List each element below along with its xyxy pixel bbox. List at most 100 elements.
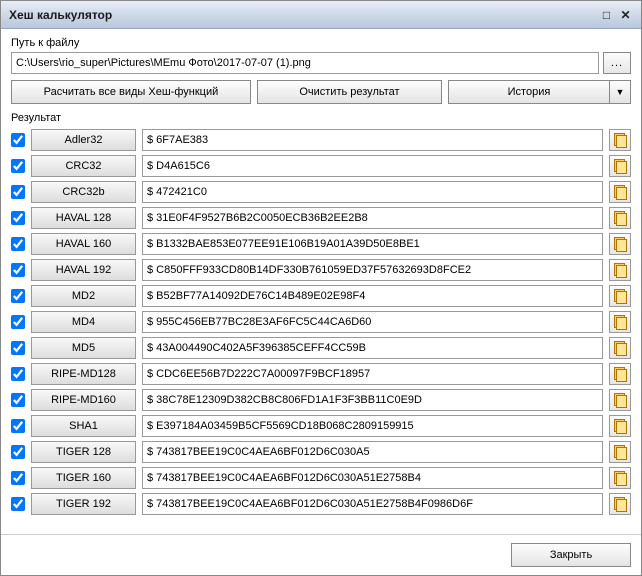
titlebar: Хеш калькулятор □ ✕ [1, 1, 641, 29]
history-dropdown-button[interactable]: ▼ [609, 80, 631, 104]
algorithm-button[interactable]: TIGER 128 [31, 441, 136, 463]
result-row: RIPE-MD128 [11, 361, 631, 387]
algorithm-button[interactable]: TIGER 192 [31, 493, 136, 515]
copy-icon [614, 497, 626, 511]
hash-checkbox[interactable] [11, 211, 25, 225]
hash-checkbox[interactable] [11, 263, 25, 277]
history-button[interactable]: История [448, 80, 609, 104]
hash-value-input[interactable] [142, 415, 603, 437]
result-row: TIGER 192 [11, 491, 631, 517]
hash-value-input[interactable] [142, 285, 603, 307]
hash-value-input[interactable] [142, 233, 603, 255]
copy-button[interactable] [609, 467, 631, 489]
hash-checkbox[interactable] [11, 445, 25, 459]
hash-value-input[interactable] [142, 337, 603, 359]
copy-button[interactable] [609, 259, 631, 281]
results-list: Adler32 CRC32 CRC32b HAVAL 128 HAVAL 160 HAVA… [11, 127, 631, 526]
algorithm-button[interactable]: CRC32 [31, 155, 136, 177]
copy-button[interactable] [609, 363, 631, 385]
hash-checkbox[interactable] [11, 237, 25, 251]
copy-button[interactable] [609, 155, 631, 177]
algorithm-button[interactable]: SHA1 [31, 415, 136, 437]
hash-value-input[interactable] [142, 129, 603, 151]
algorithm-button[interactable]: TIGER 160 [31, 467, 136, 489]
window-title: Хеш калькулятор [9, 8, 595, 22]
result-row: CRC32 [11, 153, 631, 179]
copy-icon [614, 263, 626, 277]
copy-button[interactable] [609, 415, 631, 437]
result-row: TIGER 160 [11, 465, 631, 491]
copy-button[interactable] [609, 129, 631, 151]
path-label: Путь к файлу [11, 37, 631, 49]
result-row: SHA1 [11, 413, 631, 439]
algorithm-button[interactable]: MD5 [31, 337, 136, 359]
copy-button[interactable] [609, 389, 631, 411]
hash-value-input[interactable] [142, 493, 603, 515]
browse-button[interactable]: ... [603, 52, 631, 74]
copy-icon [614, 237, 626, 251]
hash-checkbox[interactable] [11, 159, 25, 173]
result-row: CRC32b [11, 179, 631, 205]
result-row: HAVAL 192 [11, 257, 631, 283]
hash-checkbox[interactable] [11, 133, 25, 147]
hash-checkbox[interactable] [11, 341, 25, 355]
result-row: MD4 [11, 309, 631, 335]
algorithm-button[interactable]: Adler32 [31, 129, 136, 151]
hash-checkbox[interactable] [11, 393, 25, 407]
copy-button[interactable] [609, 337, 631, 359]
hash-checkbox[interactable] [11, 497, 25, 511]
result-row: MD5 [11, 335, 631, 361]
copy-icon [614, 315, 626, 329]
hash-value-input[interactable] [142, 155, 603, 177]
copy-button[interactable] [609, 441, 631, 463]
algorithm-button[interactable]: MD2 [31, 285, 136, 307]
result-row: HAVAL 128 [11, 205, 631, 231]
maximize-icon[interactable]: □ [599, 7, 614, 22]
copy-icon [614, 211, 626, 225]
hash-checkbox[interactable] [11, 315, 25, 329]
hash-checkbox[interactable] [11, 471, 25, 485]
hash-value-input[interactable] [142, 259, 603, 281]
hash-value-input[interactable] [142, 389, 603, 411]
copy-icon [614, 445, 626, 459]
clear-button[interactable]: Очистить результат [257, 80, 442, 104]
hash-value-input[interactable] [142, 467, 603, 489]
result-label: Результат [11, 112, 631, 124]
hash-value-input[interactable] [142, 363, 603, 385]
algorithm-button[interactable]: CRC32b [31, 181, 136, 203]
copy-button[interactable] [609, 311, 631, 333]
copy-icon [614, 393, 626, 407]
copy-icon [614, 367, 626, 381]
hash-value-input[interactable] [142, 311, 603, 333]
close-button[interactable]: Закрыть [511, 543, 631, 567]
copy-button[interactable] [609, 233, 631, 255]
calculate-button[interactable]: Расчитать все виды Хеш-функций [11, 80, 251, 104]
close-icon[interactable]: ✕ [618, 7, 633, 22]
result-row: HAVAL 160 [11, 231, 631, 257]
hash-value-input[interactable] [142, 207, 603, 229]
hash-value-input[interactable] [142, 441, 603, 463]
copy-button[interactable] [609, 285, 631, 307]
file-path-input[interactable] [11, 52, 599, 74]
hash-checkbox[interactable] [11, 289, 25, 303]
copy-button[interactable] [609, 181, 631, 203]
hash-value-input[interactable] [142, 181, 603, 203]
copy-button[interactable] [609, 493, 631, 515]
copy-icon [614, 159, 626, 173]
copy-icon [614, 289, 626, 303]
algorithm-button[interactable]: MD4 [31, 311, 136, 333]
copy-icon [614, 419, 626, 433]
hash-checkbox[interactable] [11, 419, 25, 433]
copy-icon [614, 341, 626, 355]
hash-checkbox[interactable] [11, 185, 25, 199]
algorithm-button[interactable]: RIPE-MD160 [31, 389, 136, 411]
copy-button[interactable] [609, 207, 631, 229]
copy-icon [614, 185, 626, 199]
algorithm-button[interactable]: HAVAL 128 [31, 207, 136, 229]
algorithm-button[interactable]: HAVAL 160 [31, 233, 136, 255]
hash-checkbox[interactable] [11, 367, 25, 381]
algorithm-button[interactable]: RIPE-MD128 [31, 363, 136, 385]
result-row: Adler32 [11, 127, 631, 153]
copy-icon [614, 133, 626, 147]
algorithm-button[interactable]: HAVAL 192 [31, 259, 136, 281]
